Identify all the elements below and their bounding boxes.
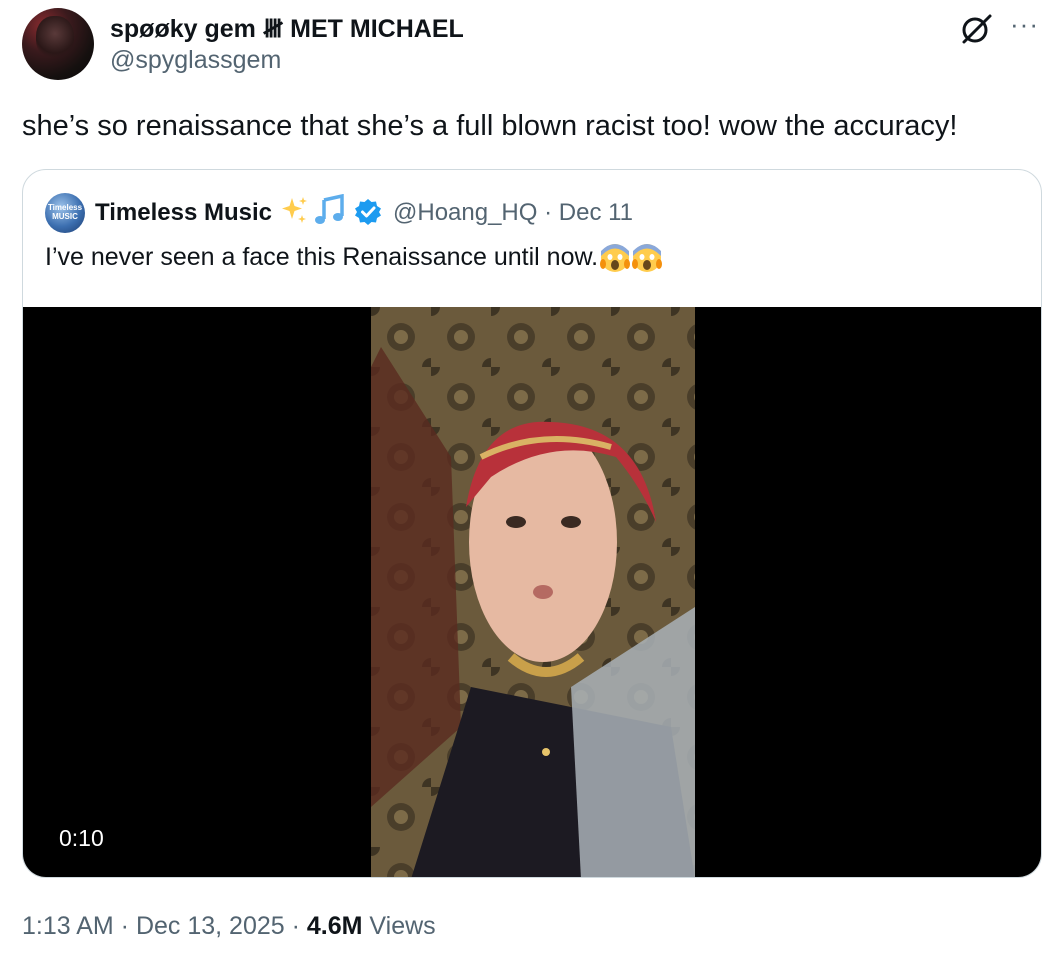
grok-icon[interactable] (958, 12, 994, 46)
video-frame (371, 307, 695, 877)
quoted-avatar[interactable]: Timeless MUSIC (45, 193, 85, 233)
tweet-date[interactable]: Dec 13, 2025 (136, 912, 285, 940)
views-label: Views (362, 912, 436, 940)
screaming-face-icon (600, 244, 663, 273)
meta-separator: · (113, 912, 136, 940)
quoted-text: I’ve never seen a face this Renaissance … (45, 243, 599, 271)
quoted-avatar-text: Timeless MUSIC (47, 203, 83, 221)
tweet-meta: 1:13 AM · Dec 13, 2025 · 4.6M Views (22, 912, 436, 941)
video-player[interactable]: 0:10 (23, 307, 1041, 877)
author-handle[interactable]: @spyglassgem (110, 46, 281, 75)
video-duration: 0:10 (59, 825, 104, 851)
tweet-text: she’s so renaissance that she’s a full b… (22, 110, 958, 142)
music-note-icon (315, 194, 344, 224)
quoted-tweet[interactable]: Timeless MUSIC Timeless Music @Hoang_HQ … (22, 169, 1042, 878)
tweet-time[interactable]: 1:13 AM (22, 912, 114, 940)
verified-badge-icon (355, 199, 381, 225)
quoted-display-name[interactable]: Timeless Music (95, 199, 272, 227)
views-count: 4.6M (306, 912, 363, 940)
more-icon[interactable]: ··· (1010, 11, 1039, 37)
sparkles-icon (282, 197, 307, 223)
quoted-handle-date[interactable]: @Hoang_HQ · Dec 11 (393, 199, 633, 227)
meta-separator: · (284, 912, 307, 940)
quoted-text-row: I’ve never seen a face this Renaissance … (45, 243, 664, 273)
author-avatar[interactable] (22, 8, 94, 80)
